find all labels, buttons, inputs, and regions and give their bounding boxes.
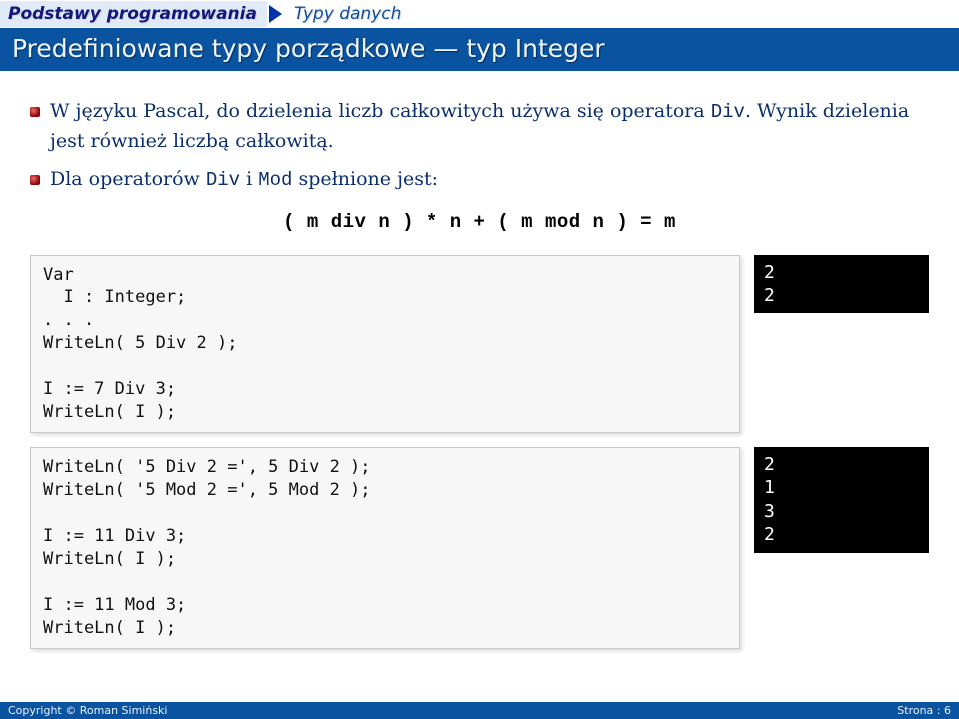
breadcrumb-item-1: Podstawy programowania <box>0 1 267 27</box>
console-output-2: 2 1 3 2 <box>754 447 929 553</box>
code-row-2: WriteLn( '5 Div 2 =', 5 Div 2 ); WriteLn… <box>30 447 929 649</box>
console-output-1: 2 2 <box>754 255 929 314</box>
code-row-1: Var I : Integer; . . . WriteLn( 5 Div 2 … <box>30 255 929 434</box>
para2-text-mid: i <box>240 168 258 190</box>
footer: Copyright © Roman Simiński Strona : 6 <box>0 702 959 719</box>
para1-text-pre: W języku Pascal, do dzielenia liczb całk… <box>50 100 711 122</box>
para2-code-mod: Mod <box>258 169 292 191</box>
bullet-icon <box>30 107 40 117</box>
footer-copyright: Copyright © Roman Simiński <box>8 704 167 717</box>
code-block-1: Var I : Integer; . . . WriteLn( 5 Div 2 … <box>30 255 740 434</box>
paragraph-2: Dla operatorów Div i Mod spełnione jest: <box>30 165 929 195</box>
breadcrumb-item-2: Typy danych <box>288 1 407 27</box>
para1-code: Div <box>711 101 745 123</box>
paragraph-1: W języku Pascal, do dzielenia liczb całk… <box>30 97 929 155</box>
para2-code-div: Div <box>206 169 240 191</box>
footer-page-number: Strona : 6 <box>897 704 951 717</box>
breadcrumb: Podstawy programowania Typy danych <box>0 0 959 28</box>
math-identity: ( m div n ) * n + ( m mod n ) = m <box>30 211 929 233</box>
code-block-2: WriteLn( '5 Div 2 =', 5 Div 2 ); WriteLn… <box>30 447 740 649</box>
para2-text-pre: Dla operatorów <box>50 168 206 190</box>
page-title: Predefiniowane typy porządkowe — typ Int… <box>0 28 959 71</box>
slide-content: W języku Pascal, do dzielenia liczb całk… <box>0 71 959 673</box>
breadcrumb-arrow-icon <box>269 5 282 23</box>
bullet-icon <box>30 175 40 185</box>
para2-text-post: spełnione jest: <box>292 168 438 190</box>
